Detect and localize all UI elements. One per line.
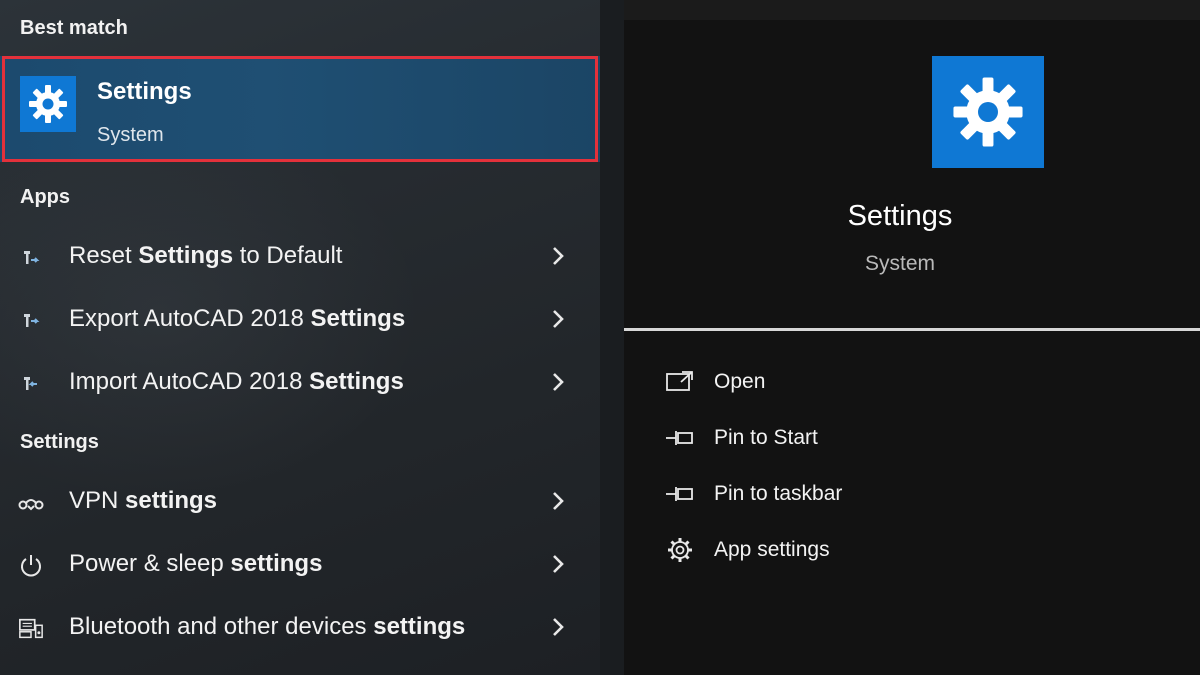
pin-to-taskbar-action[interactable]: Pin to taskbar bbox=[664, 476, 1064, 516]
details-title: Settings bbox=[847, 200, 953, 232]
open-icon bbox=[666, 371, 693, 391]
details-panel: Settings System Open Pin to Start Pin to… bbox=[624, 20, 1200, 675]
details-subtitle: System bbox=[864, 252, 935, 275]
app-item-export-autocad[interactable]: Export AutoCAD 2018 Settings bbox=[0, 292, 600, 348]
settings-heading: Settings bbox=[20, 431, 99, 453]
app-tool-icon bbox=[18, 245, 44, 271]
devices-icon bbox=[18, 616, 44, 642]
open-label: Open bbox=[714, 370, 766, 393]
vpn-icon bbox=[18, 490, 44, 516]
gear-outline-icon bbox=[668, 538, 692, 562]
settings-item-label: Power & sleep settings bbox=[69, 550, 323, 577]
chevron-right-icon[interactable] bbox=[548, 551, 568, 577]
open-action[interactable]: Open bbox=[664, 364, 1064, 404]
pin-icon bbox=[666, 431, 693, 445]
settings-item-bluetooth-devices[interactable]: Bluetooth and other devices settings bbox=[0, 600, 600, 656]
chevron-right-icon[interactable] bbox=[548, 614, 568, 640]
settings-item-vpn[interactable]: VPN settings bbox=[0, 474, 600, 530]
search-results-panel: Best match Settings System Apps Reset Se… bbox=[0, 0, 600, 675]
app-settings-label: App settings bbox=[714, 538, 830, 561]
apps-heading: Apps bbox=[20, 186, 70, 208]
highlight-border bbox=[2, 56, 598, 162]
pin-icon bbox=[666, 487, 693, 501]
best-match-settings-item[interactable]: Settings System bbox=[0, 56, 600, 162]
divider bbox=[624, 328, 1200, 331]
gear-icon bbox=[932, 56, 1044, 168]
chevron-right-icon[interactable] bbox=[548, 369, 568, 395]
app-settings-action[interactable]: App settings bbox=[664, 532, 1064, 572]
best-match-heading: Best match bbox=[20, 17, 128, 39]
app-item-label: Reset Settings to Default bbox=[69, 242, 343, 269]
app-tool-icon bbox=[18, 308, 44, 334]
pin-to-start-action[interactable]: Pin to Start bbox=[664, 420, 1064, 460]
pin-to-start-label: Pin to Start bbox=[714, 426, 818, 449]
settings-item-power-sleep[interactable]: Power & sleep settings bbox=[0, 537, 600, 593]
power-icon bbox=[18, 553, 44, 579]
settings-item-label: VPN settings bbox=[69, 487, 218, 514]
chevron-right-icon[interactable] bbox=[548, 306, 568, 332]
settings-item-label: Bluetooth and other devices settings bbox=[69, 613, 466, 640]
app-tool-icon bbox=[18, 371, 44, 397]
pin-to-taskbar-label: Pin to taskbar bbox=[714, 482, 843, 505]
app-item-label: Import AutoCAD 2018 Settings bbox=[69, 368, 404, 395]
app-item-import-autocad[interactable]: Import AutoCAD 2018 Settings bbox=[0, 355, 600, 411]
chevron-right-icon[interactable] bbox=[548, 488, 568, 514]
app-item-label: Export AutoCAD 2018 Settings bbox=[69, 305, 406, 332]
app-item-reset-settings[interactable]: Reset Settings to Default bbox=[0, 229, 600, 285]
panel-gutter bbox=[600, 0, 624, 675]
